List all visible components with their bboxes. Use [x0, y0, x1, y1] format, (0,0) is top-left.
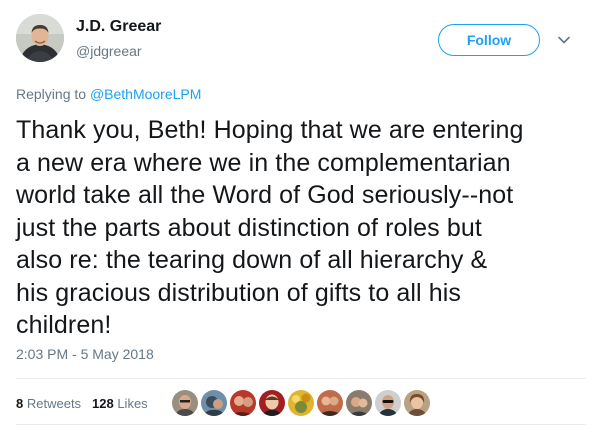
reply-prefix: Replying to — [16, 86, 90, 102]
chevron-down-icon — [558, 36, 570, 44]
retweets-count: 8 — [16, 396, 24, 411]
author-handle[interactable]: @jdgreear — [76, 43, 142, 59]
liker-avatar[interactable] — [172, 390, 198, 416]
reply-mention-link[interactable]: @BethMooreLPM — [90, 86, 201, 102]
tweet-card: J.D. Greear @jdgreear Follow Replying to… — [0, 0, 602, 428]
reply-context: Replying to @BethMooreLPM — [16, 86, 201, 102]
author-name[interactable]: J.D. Greear — [76, 18, 161, 36]
avatar-image — [16, 14, 64, 62]
divider-bottom — [16, 424, 586, 425]
liker-avatar[interactable] — [317, 390, 343, 416]
tweet-text: Thank you, Beth! Hoping that we are ente… — [16, 116, 524, 339]
retweets-label: Retweets — [26, 396, 82, 411]
liker-avatar[interactable] — [346, 390, 372, 416]
divider-top — [16, 378, 586, 379]
liker-avatar[interactable] — [230, 390, 256, 416]
author-avatar[interactable] — [16, 14, 64, 62]
liker-avatar[interactable] — [404, 390, 430, 416]
liker-avatar[interactable] — [375, 390, 401, 416]
more-options-chevron-icon[interactable] — [556, 32, 572, 48]
follow-button[interactable]: Follow — [438, 24, 540, 56]
likes-label: Likes — [117, 396, 148, 411]
likes-count: 128 — [92, 396, 114, 411]
liker-avatar[interactable] — [288, 390, 314, 416]
retweets-stat[interactable]: 8 Retweets — [16, 396, 81, 411]
tweet-timestamp[interactable]: 2:03 PM - 5 May 2018 — [16, 346, 154, 362]
liker-avatar[interactable] — [201, 390, 227, 416]
likes-stat[interactable]: 128 Likes — [92, 396, 148, 411]
liker-avatar[interactable] — [259, 390, 285, 416]
